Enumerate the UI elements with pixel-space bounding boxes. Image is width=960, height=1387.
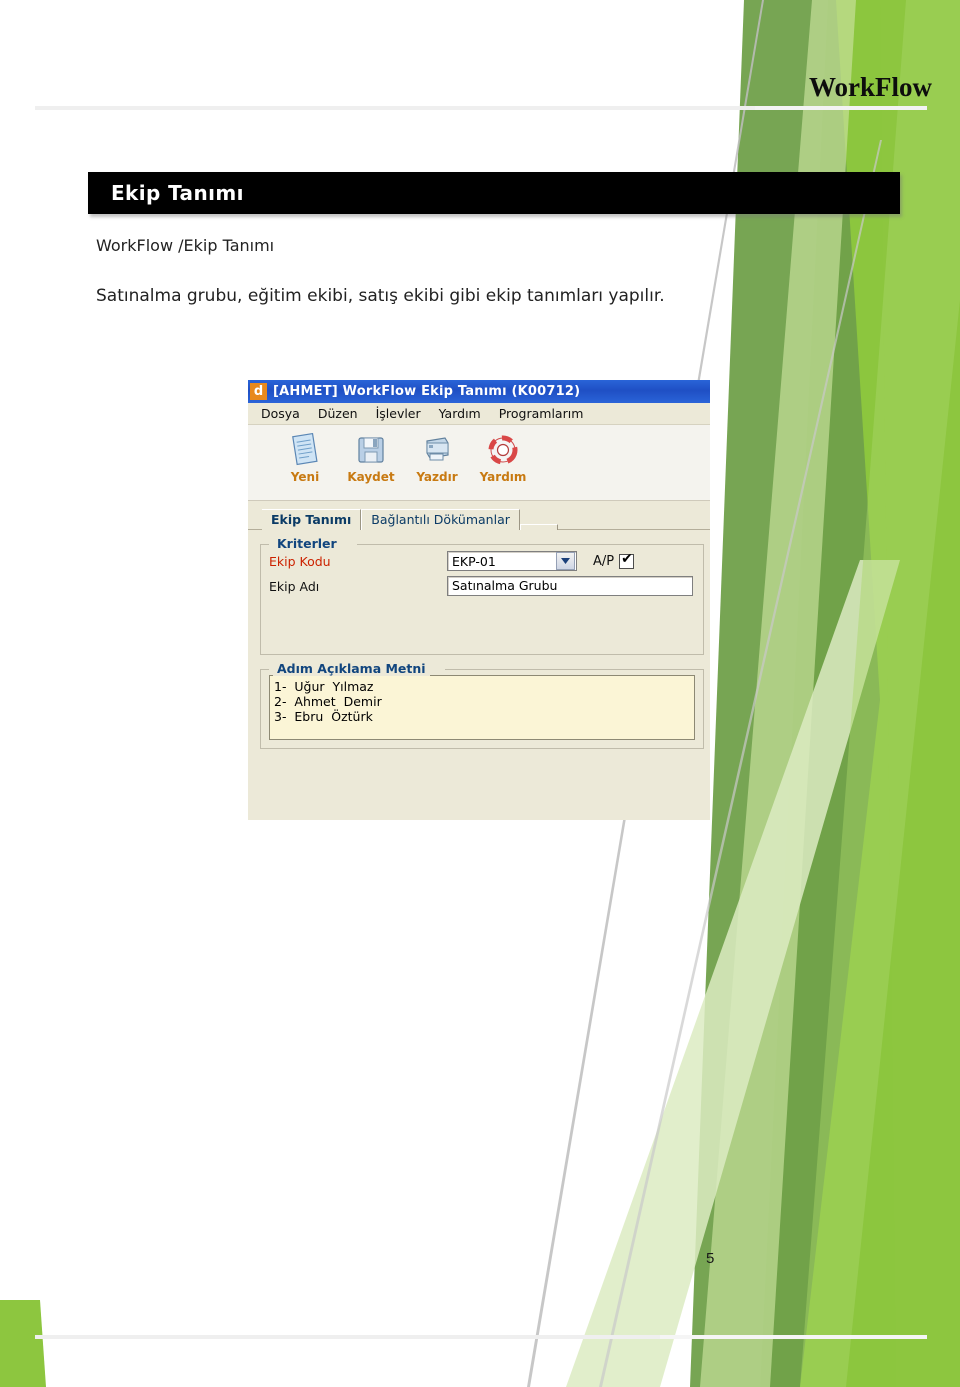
label-ekip-kodu: Ekip Kodu (269, 553, 331, 569)
chevron-down-icon[interactable] (556, 552, 575, 570)
page-root: WorkFlow Ekip Tanımı WorkFlow /Ekip Tanı… (0, 0, 960, 1387)
app-menubar: Dosya Düzen İşlevler Yardım Programlarım (248, 403, 710, 425)
tab-empty-slot (519, 524, 558, 530)
group-adim-legend: Adım Açıklama Metni (273, 661, 430, 676)
ap-flag-group: A/P ✔ (593, 550, 635, 569)
checkmark-icon: ✔ (621, 550, 633, 567)
app-window-title: [AHMET] WorkFlow Ekip Tanımı (K00712) (273, 384, 581, 399)
note-line: 3- Ebru Öztürk (274, 709, 373, 724)
app-panel-body: Kriterler Ekip Kodu EKP-01 A/P ✔ Ekip Ad… (248, 530, 710, 811)
checkbox-ap[interactable]: ✔ (619, 550, 635, 569)
app-toolbar: Yeni Kaydet Yazdır Yardım (248, 425, 710, 501)
menu-item-duzen[interactable]: Düzen (309, 406, 367, 421)
group-adim-aciklama-metni: Adım Açıklama Metni 1- Uğur Yılmaz 2- Ah… (260, 661, 704, 749)
page-number: 5 (706, 1250, 715, 1267)
group-adim-rule (445, 669, 703, 670)
toolbar-button-yardim[interactable]: Yardım (470, 432, 536, 484)
section-banner: Ekip Tanımı (88, 172, 900, 214)
app-tabstrip: Ekip Tanımı Bağlantılı Dökümanlar (248, 501, 710, 530)
menu-item-programlarim[interactable]: Programlarım (490, 406, 593, 421)
toolbar-button-yazdir[interactable]: Yazdır (404, 432, 470, 484)
deco-bottom-left-wedge (0, 1300, 46, 1387)
embedded-app-screenshot: d [AHMET] WorkFlow Ekip Tanımı (K00712) … (248, 380, 710, 820)
input-ekip-adi[interactable]: Satınalma Grubu (447, 576, 693, 596)
field-row-ekip-adi: Ekip Adı Satınalma Grubu (269, 575, 695, 597)
footer-rule-overlay (660, 1335, 927, 1339)
group-kriterler-rule (357, 544, 703, 545)
new-document-icon (272, 432, 338, 468)
app-logo-icon: d (250, 383, 267, 400)
group-kriterler-legend: Kriterler (273, 536, 341, 551)
breadcrumb: WorkFlow /Ekip Tanımı (96, 236, 275, 255)
note-line: 2- Ahmet Demir (274, 694, 382, 709)
label-ap: A/P (593, 553, 615, 569)
combo-ekip-kodu[interactable]: EKP-01 (447, 551, 577, 571)
group-kriterler-empty-area (269, 600, 695, 646)
header-rule-overlay (755, 106, 927, 110)
intro-paragraph: Satınalma grubu, eğitim ekibi, satış eki… (96, 286, 665, 306)
menu-item-dosya[interactable]: Dosya (252, 406, 309, 421)
group-kriterler: Kriterler Ekip Kodu EKP-01 A/P ✔ Ekip Ad… (260, 536, 704, 655)
toolbar-label-yazdir: Yazdır (416, 470, 458, 484)
toolbar-label-yeni: Yeni (290, 470, 320, 484)
combo-ekip-kodu-value: EKP-01 (452, 553, 496, 569)
menu-item-islevler[interactable]: İşlevler (367, 406, 430, 421)
header-title: WorkFlow (808, 72, 932, 102)
note-line: 1- Uğur Yılmaz (274, 679, 374, 694)
tab-ekip-tanimi[interactable]: Ekip Tanımı (262, 509, 362, 530)
textarea-adim-aciklama[interactable]: 1- Uğur Yılmaz 2- Ahmet Demir 3- Ebru Öz… (269, 675, 695, 740)
toolbar-button-kaydet[interactable]: Kaydet (338, 432, 404, 484)
toolbar-button-yeni[interactable]: Yeni (272, 432, 338, 484)
tab-baglantili-dokumanlar[interactable]: Bağlantılı Dökümanlar (361, 509, 520, 530)
toolbar-label-yardim: Yardım (479, 470, 527, 484)
life-ring-help-icon (470, 432, 536, 468)
label-ekip-adi: Ekip Adı (269, 578, 320, 594)
menu-item-yardim[interactable]: Yardım (430, 406, 490, 421)
printer-icon (404, 432, 470, 468)
section-banner-title: Ekip Tanımı (111, 181, 244, 205)
floppy-disk-save-icon (338, 432, 404, 468)
toolbar-label-kaydet: Kaydet (347, 470, 395, 484)
field-row-ekip-kodu: Ekip Kodu EKP-01 A/P ✔ (269, 550, 695, 572)
app-titlebar: d [AHMET] WorkFlow Ekip Tanımı (K00712) (248, 380, 710, 403)
